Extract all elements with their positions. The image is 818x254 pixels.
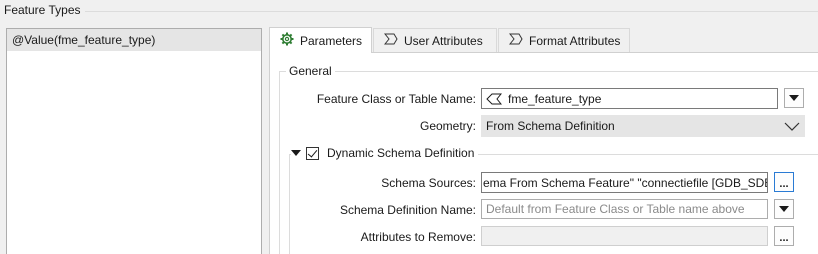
schema-def-name-placeholder: Default from Feature Class or Table name… (486, 202, 745, 216)
feature-class-dropdown-button[interactable] (784, 88, 804, 108)
feature-class-value: fme_feature_type (508, 91, 602, 106)
schema-def-name-field[interactable]: Default from Feature Class or Table name… (481, 199, 768, 219)
geometry-select[interactable]: From Schema Definition (481, 115, 805, 137)
dynamic-schema-header: Dynamic Schema Definition (291, 146, 479, 160)
tab-format-attributes-label: Format Attributes (529, 33, 621, 48)
dynamic-schema-checkbox[interactable] (306, 146, 319, 160)
tab-parameters[interactable]: Parameters (269, 27, 372, 53)
feature-class-label: Feature Class or Table Name: (316, 92, 476, 106)
feature-types-title: Feature Types (4, 3, 85, 17)
chevron-down-icon (784, 120, 800, 135)
attributes-remove-label: Attributes to Remove: (360, 230, 476, 244)
geometry-value: From Schema Definition (486, 119, 615, 133)
tab-parameters-label: Parameters (300, 33, 363, 48)
chevron-down-icon (789, 95, 799, 101)
tab-user-attributes[interactable]: User Attributes (373, 28, 497, 52)
gear-icon (280, 32, 294, 49)
schema-sources-field[interactable]: ema From Schema Feature" "connectiefile … (481, 172, 768, 193)
attribute-value-icon (486, 93, 502, 105)
feature-types-divider (82, 11, 818, 12)
chevron-down-icon (779, 206, 789, 212)
tab-user-attributes-label: User Attributes (404, 33, 483, 48)
schema-sources-value: ema From Schema Feature" "connectiefile … (483, 175, 768, 190)
sigma-icon (383, 33, 398, 49)
geometry-label: Geometry: (419, 119, 476, 133)
general-group-title: General (286, 64, 335, 78)
schema-sources-browse-button[interactable]: ... (774, 172, 794, 192)
tab-format-attributes[interactable]: Format Attributes (498, 28, 630, 52)
schema-sources-label: Schema Sources: (381, 176, 476, 190)
schema-def-name-dropdown-button[interactable] (774, 199, 794, 219)
sigma-icon (508, 33, 523, 49)
list-item[interactable]: @Value(fme_feature_type) (7, 29, 261, 51)
dynamic-schema-title: Dynamic Schema Definition (327, 146, 475, 160)
collapse-icon[interactable] (291, 150, 301, 156)
schema-def-name-label: Schema Definition Name: (339, 203, 476, 217)
feature-class-field[interactable]: fme_feature_type (481, 88, 778, 109)
attributes-remove-field[interactable] (481, 226, 768, 246)
feature-types-list[interactable]: @Value(fme_feature_type) (6, 28, 262, 254)
attributes-remove-browse-button[interactable]: ... (774, 226, 794, 246)
